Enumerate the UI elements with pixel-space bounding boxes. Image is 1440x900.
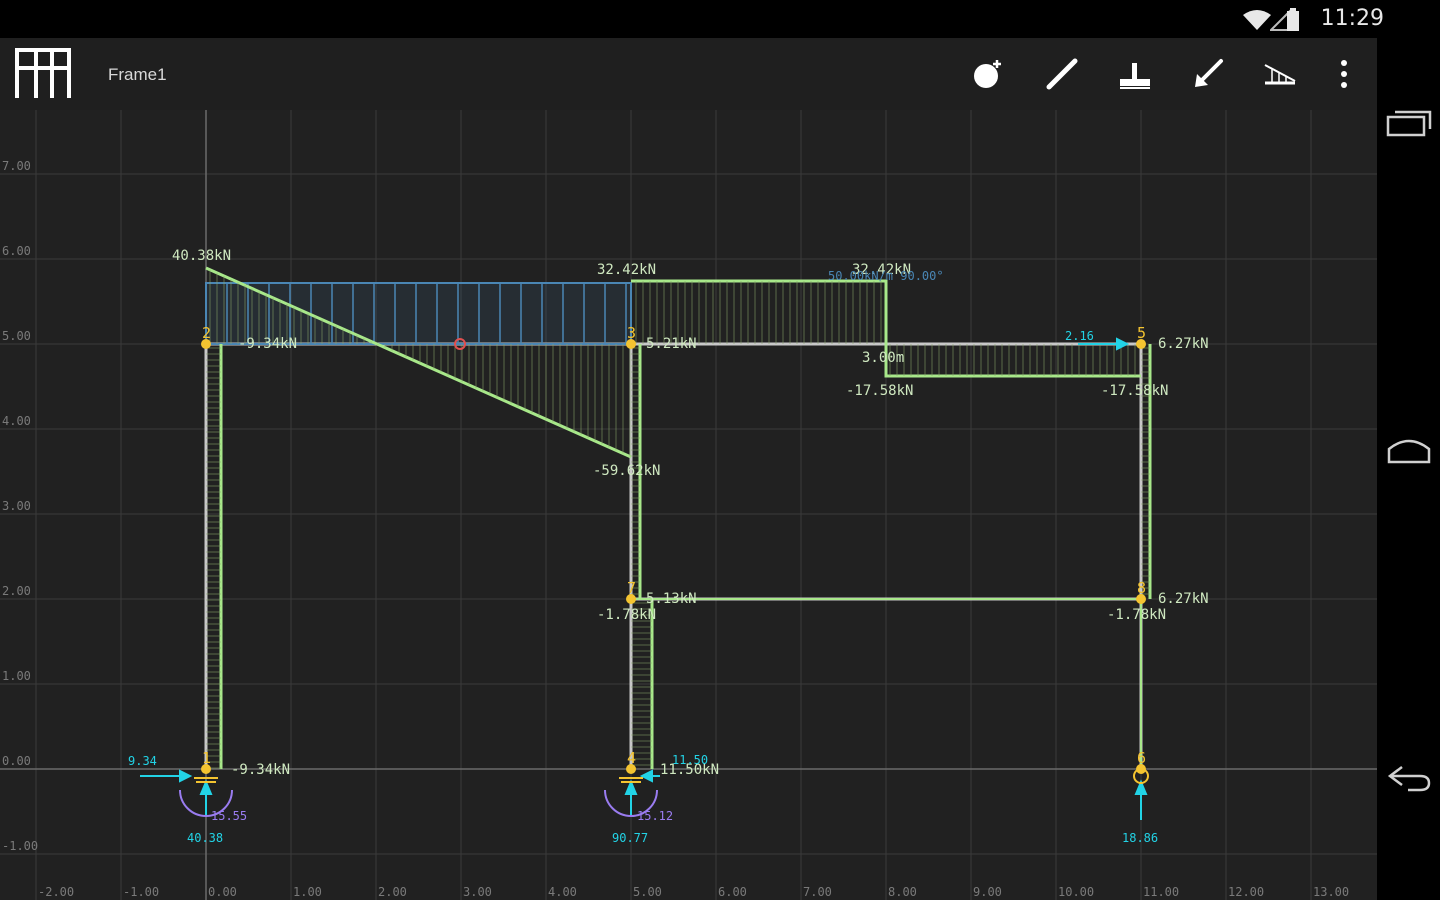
reaction-label: 9.34 — [128, 754, 157, 768]
shear-label: 32.42kN — [597, 262, 656, 278]
action-bar: Frame1 — [0, 38, 1377, 110]
x-tick-label: 10.00 — [1058, 885, 1094, 899]
node-label: 2 — [202, 324, 211, 342]
y-tick-label: 2.00 — [2, 584, 31, 598]
x-tick-label: 12.00 — [1228, 885, 1264, 899]
back-button[interactable] — [1385, 754, 1433, 802]
y-tick-label: 0.00 — [2, 754, 31, 768]
app-window: Frame1 7.00 6.00 5.00 4.00 3.00 2.00 1.0… — [0, 38, 1377, 900]
load-info-label: 50.00kN/m 90.00° — [828, 269, 944, 283]
home-button[interactable] — [1385, 426, 1433, 474]
x-tick-label: 4.00 — [548, 885, 577, 899]
add-node-icon — [974, 60, 1001, 88]
node-label: 3 — [627, 324, 636, 342]
x-tick-label: 13.00 — [1313, 885, 1349, 899]
reaction-moment-label: 15.12 — [637, 809, 673, 823]
shear-label: -1.78kN — [597, 607, 656, 623]
shear-label: -9.34kN — [231, 762, 290, 778]
reaction-moment-label: 15.55 — [211, 809, 247, 823]
shear-label: 5.21kN — [646, 336, 697, 352]
reaction-label: 11.50 — [672, 753, 708, 767]
node-label: 7 — [627, 579, 636, 597]
x-tick-label: 5.00 — [633, 885, 662, 899]
y-tick-label: 4.00 — [2, 414, 31, 428]
y-tick-label: 3.00 — [2, 499, 31, 513]
node-label: 1 — [202, 749, 211, 767]
add-load-button[interactable] — [1188, 54, 1228, 94]
wifi-icon — [1243, 10, 1271, 30]
x-tick-label: 6.00 — [718, 885, 747, 899]
distributed-load[interactable] — [205, 282, 632, 345]
battery-icon — [1287, 8, 1299, 31]
add-distributed-load-button[interactable] — [1260, 54, 1300, 94]
node-label: 4 — [627, 749, 636, 767]
x-tick-label: 8.00 — [888, 885, 917, 899]
recents-button[interactable] — [1385, 98, 1433, 146]
frame-logo-icon[interactable] — [14, 46, 72, 100]
recents-icon — [1386, 110, 1432, 137]
point-load-arrow-icon — [1195, 59, 1223, 87]
shear-label: 6.27kN — [1158, 336, 1209, 352]
y-tick-label: -1.00 — [2, 839, 38, 853]
y-tick-label: 1.00 — [2, 669, 31, 683]
frame-canvas[interactable]: 7.00 6.00 5.00 4.00 3.00 2.00 1.00 0.00 -1.00 -2.… — [0, 110, 1377, 900]
x-tick-label: 2.00 — [378, 885, 407, 899]
x-tick-label: -1.00 — [123, 885, 159, 899]
distributed-load-icon — [1264, 64, 1296, 85]
node-label: 6 — [1137, 749, 1146, 767]
shear-label: -1.78kN — [1107, 607, 1166, 623]
draw-member-button[interactable] — [1042, 54, 1082, 94]
member-line-icon — [1046, 58, 1078, 90]
shear-label: -17.58kN — [1101, 383, 1168, 399]
node-label: 8 — [1137, 579, 1146, 597]
node-label: 5 — [1137, 324, 1146, 342]
x-tick-label: 9.00 — [973, 885, 1002, 899]
nodes: 1 2 3 4 5 6 7 8 — [201, 324, 1146, 774]
home-icon — [1387, 439, 1431, 464]
shear-label: -9.34kN — [238, 336, 297, 352]
status-bar: 11:29 — [0, 0, 1440, 38]
x-tick-label: 0.00 — [208, 885, 237, 899]
x-tick-label: -2.00 — [38, 885, 74, 899]
reaction-label: 2.16 — [1065, 329, 1094, 343]
dimension-label: 3.00m — [862, 350, 904, 366]
x-tick-label: 11.00 — [1143, 885, 1179, 899]
reaction-label: 40.38 — [187, 831, 223, 845]
shear-label: -59.62kN — [593, 463, 660, 479]
x-tick-label: 7.00 — [803, 885, 832, 899]
support-icon — [1120, 63, 1150, 89]
add-support-button[interactable] — [1115, 54, 1155, 94]
y-tick-label: 5.00 — [2, 329, 31, 343]
members — [204, 342, 1143, 769]
y-tick-label: 7.00 — [2, 159, 31, 173]
back-icon — [1387, 766, 1431, 792]
x-tick-label: 1.00 — [293, 885, 322, 899]
shear-label: -17.58kN — [846, 383, 913, 399]
reaction-label: 18.86 — [1122, 831, 1158, 845]
shear-label: 40.38kN — [172, 248, 231, 264]
reaction-label: 90.77 — [612, 831, 648, 845]
shear-label: 5.13kN — [646, 591, 697, 607]
shear-label: 6.27kN — [1158, 591, 1209, 607]
add-node-button[interactable] — [968, 54, 1008, 94]
overflow-menu-button[interactable] — [1324, 54, 1364, 94]
frame-title[interactable]: Frame1 — [108, 65, 167, 85]
status-time: 11:29 — [1320, 6, 1384, 31]
navigation-bar — [1377, 38, 1440, 900]
y-tick-label: 6.00 — [2, 244, 31, 258]
x-tick-label: 3.00 — [463, 885, 492, 899]
more-vertical-icon — [1341, 60, 1347, 88]
